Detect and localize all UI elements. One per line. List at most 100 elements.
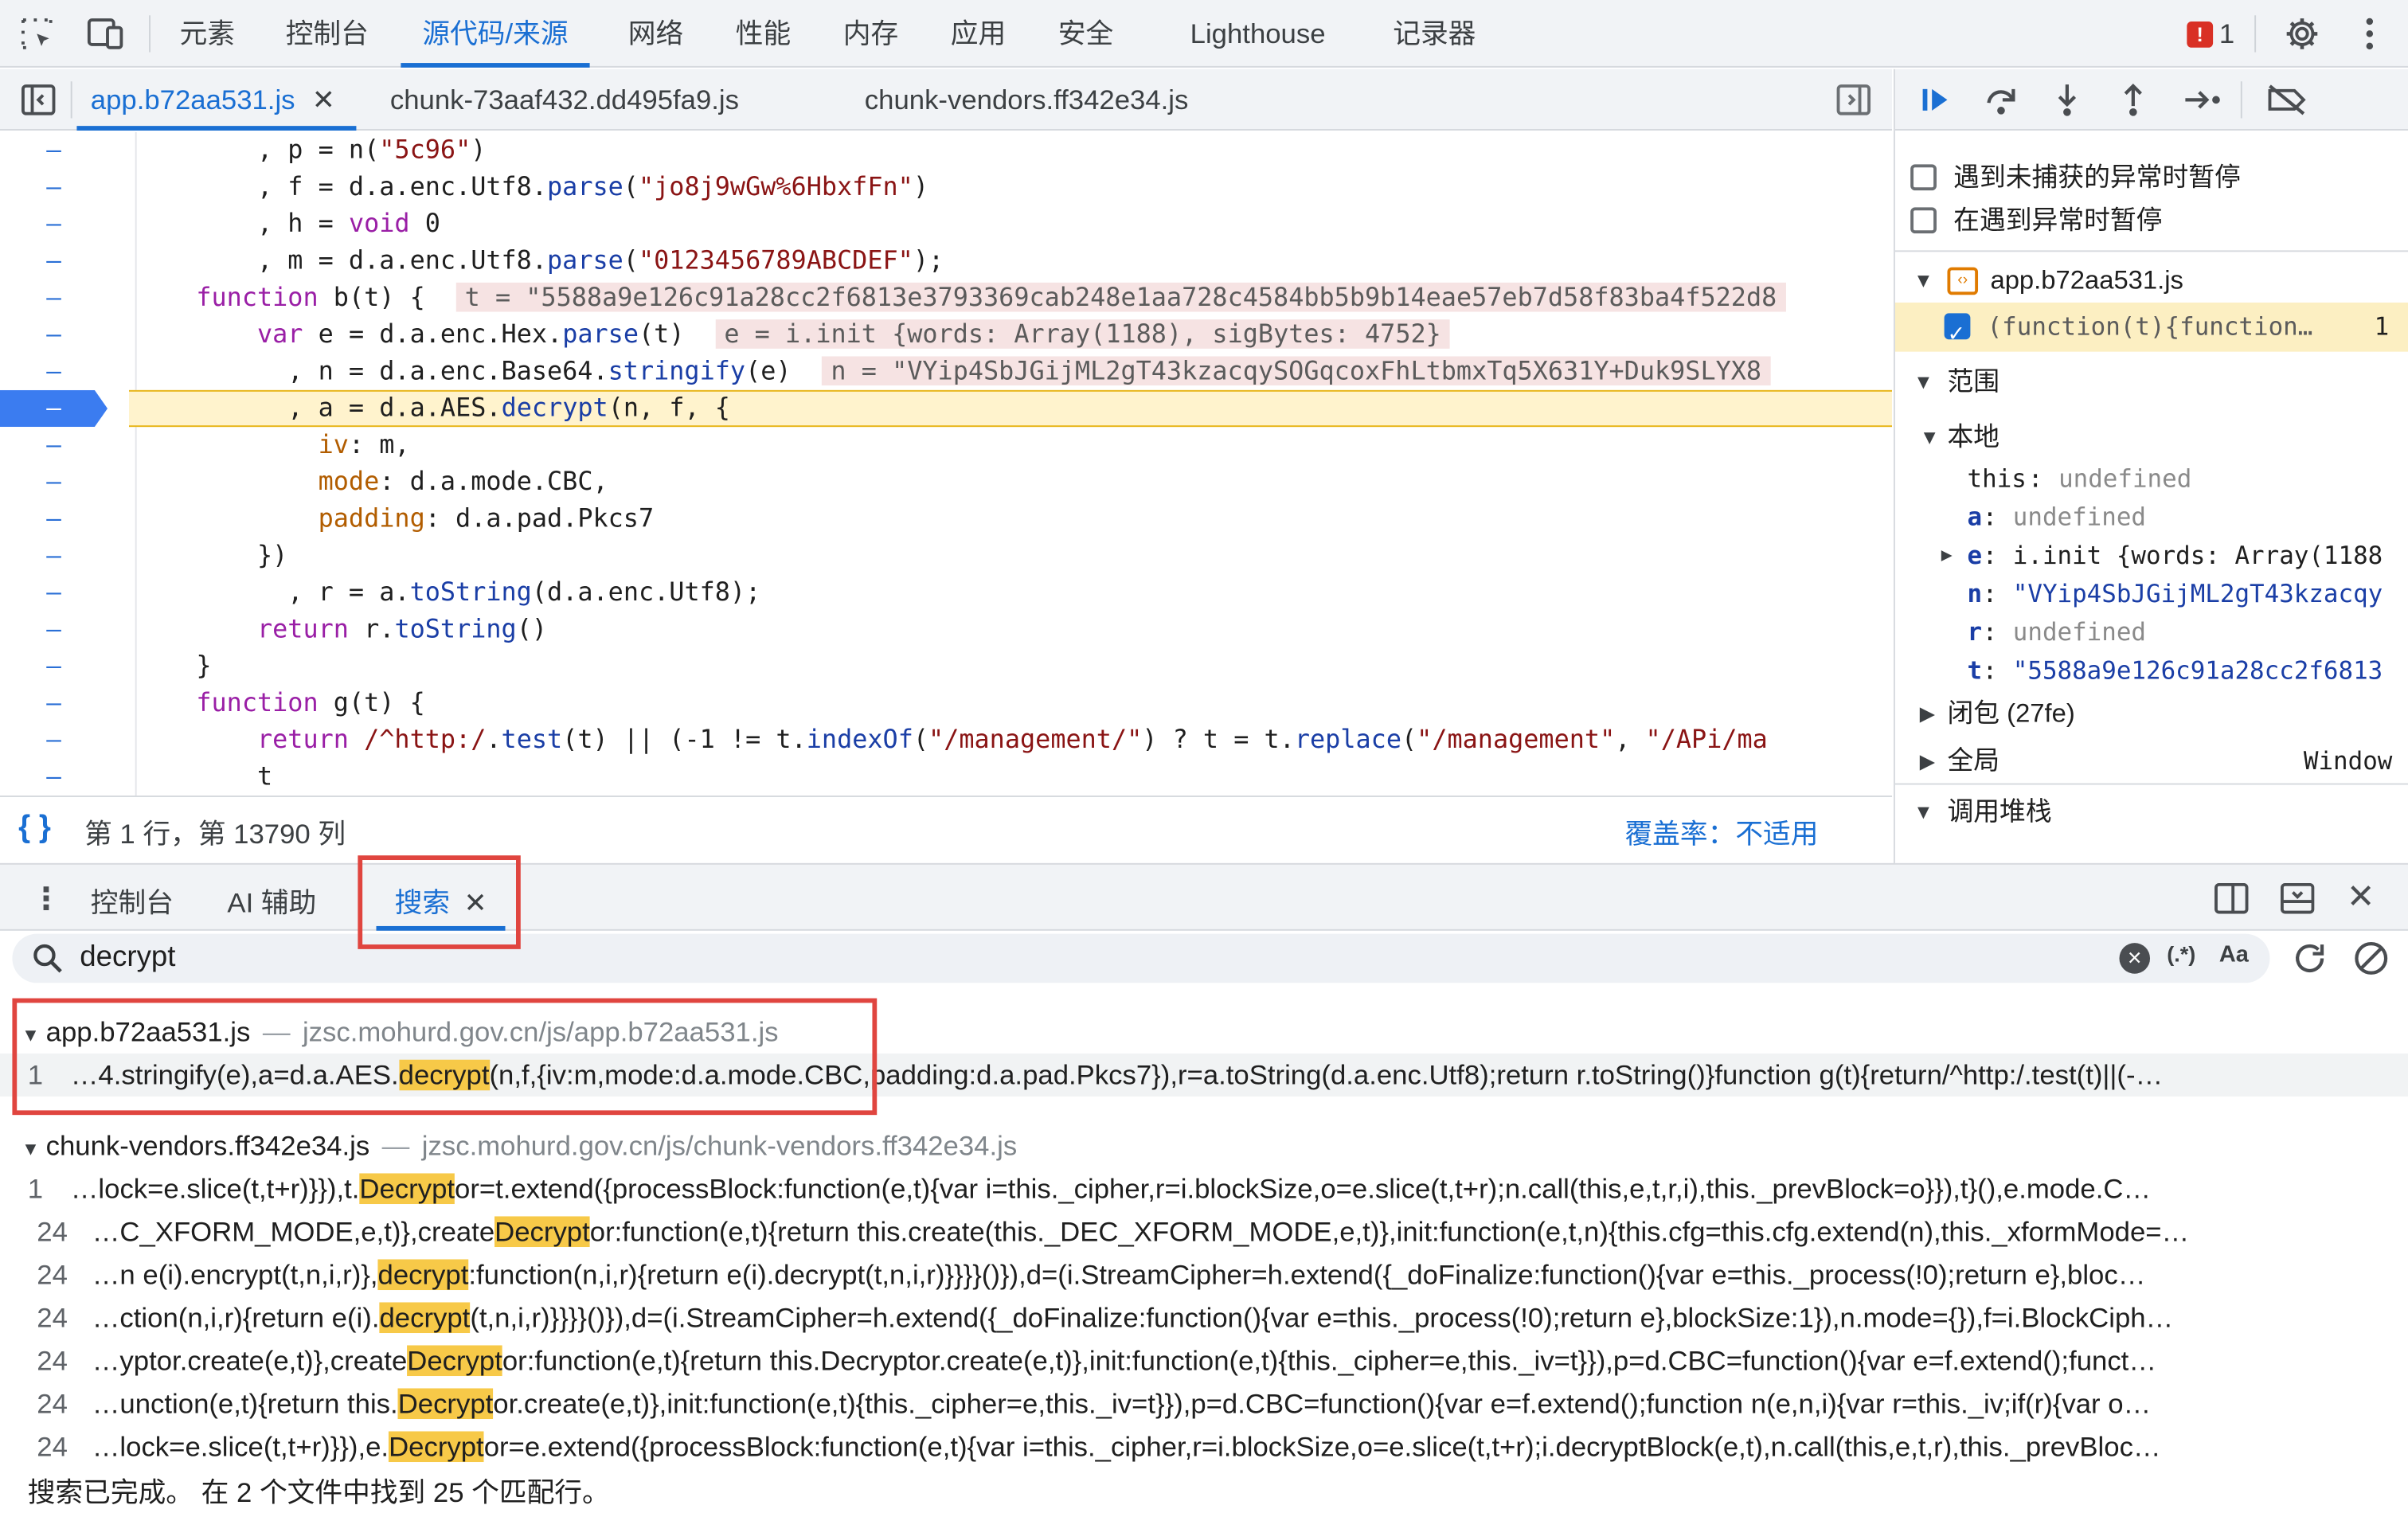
close-tab-icon[interactable]: ✕: [312, 84, 335, 115]
drawer-tab-console[interactable]: 控制台: [91, 882, 174, 921]
step-icon[interactable]: [2179, 78, 2226, 121]
line-gutter[interactable]: –: [0, 280, 108, 316]
scope-var-name[interactable]: a: [1968, 498, 1983, 536]
line-gutter[interactable]: –: [0, 463, 108, 500]
code-editor[interactable]: – , p = n("5c96") – , f = d.a.enc.Utf8.pa…: [0, 131, 1893, 796]
dock-side-icon[interactable]: [2211, 878, 2251, 918]
code-token: }: [135, 651, 212, 681]
clear-results-icon[interactable]: [2350, 936, 2393, 979]
scope-section-header[interactable]: ▼ 范围: [1895, 358, 2408, 407]
match-case-toggle[interactable]: Aa: [2219, 941, 2249, 968]
scope-var-name[interactable]: n: [1968, 574, 1983, 612]
global-scope-row[interactable]: ▶ 全局 Window: [1895, 737, 2408, 787]
line-gutter[interactable]: –: [0, 243, 108, 280]
more-options-icon[interactable]: [2350, 14, 2390, 53]
scope-var-value[interactable]: undefined: [2013, 613, 2146, 651]
line-gutter[interactable]: –: [0, 354, 108, 390]
search-result-row[interactable]: 24 …n e(i).encrypt(t,n,i,r)},decrypt:func…: [0, 1253, 2408, 1296]
step-into-icon[interactable]: [2046, 78, 2089, 121]
local-scope-header[interactable]: ▼ 本地: [1895, 413, 2408, 463]
pause-uncaught-checkbox[interactable]: [1910, 164, 1937, 191]
pretty-print-icon[interactable]: { }: [18, 811, 51, 846]
breakpoint-file-row[interactable]: ▼ ‹› app.b72aa531.js: [1895, 256, 2408, 306]
scope-var-name[interactable]: e: [1968, 536, 1983, 574]
tab-recorder[interactable]: 记录器: [1393, 0, 1476, 68]
search-result-row[interactable]: 24 …lock=e.slice(t,t+r)}}),e.Decryptor=e.…: [0, 1425, 2408, 1468]
tab-elements[interactable]: 元素: [180, 0, 235, 68]
scope-var-value[interactable]: "VYip4SbJGijML2gT43kzacqy: [2013, 574, 2383, 612]
tab-performance[interactable]: 性能: [736, 0, 791, 68]
device-toolbar-icon[interactable]: [83, 14, 129, 53]
line-gutter[interactable]: –: [0, 574, 108, 611]
result-line-number: 24: [37, 1216, 68, 1248]
breakpoint-item[interactable]: ✓ (function(t){function… 1: [1894, 302, 2408, 352]
code-token: , a =: [135, 393, 380, 423]
toggle-debugger-icon[interactable]: [1834, 80, 1874, 119]
tab-network[interactable]: 网络: [628, 0, 683, 68]
line-gutter[interactable]: –: [0, 205, 108, 242]
tab-security[interactable]: 安全: [1058, 0, 1113, 68]
inspect-element-icon[interactable]: [15, 14, 58, 53]
result-text: …C_XFORM_MODE,e,t)},createDecryptor:func…: [92, 1210, 2408, 1253]
resume-icon[interactable]: [1914, 78, 1956, 121]
tab-sources[interactable]: 源代码/来源: [401, 0, 590, 68]
scope-var-value[interactable]: "5588a9e126c91a28cc2f6813: [2013, 651, 2383, 690]
line-gutter[interactable]: –: [0, 169, 108, 205]
tab-memory[interactable]: 内存: [843, 0, 898, 68]
pause-uncaught-option[interactable]: 遇到未捕获的异常时暂停: [1895, 154, 2408, 203]
scope-var-value[interactable]: i.init {words: Array(1188: [2013, 536, 2383, 574]
search-result-row[interactable]: 1 …lock=e.slice(t,t+r)}}),t.Decryptor=t.e…: [0, 1167, 2408, 1210]
line-gutter[interactable]: –: [0, 721, 108, 758]
result-file-header[interactable]: ▼ chunk-vendors.ff342e34.js — jzsc.mohurd.g…: [22, 1124, 1017, 1167]
breakpoint-marker[interactable]: –: [0, 389, 108, 428]
line-gutter[interactable]: –: [0, 685, 108, 721]
line-gutter[interactable]: –: [0, 132, 108, 169]
code-token: stringify: [608, 356, 746, 386]
coverage-status[interactable]: 覆盖率：不适用: [1624, 812, 1818, 852]
issues-badge[interactable]: ! 1: [2187, 15, 2234, 52]
search-result-row[interactable]: 24 …yptor.create(e,t)},createDecryptor:fu…: [0, 1339, 2408, 1382]
scope-var-value[interactable]: undefined: [2013, 498, 2146, 536]
line-gutter[interactable]: –: [0, 316, 108, 353]
drawer-tab-ai[interactable]: AI 辅助: [227, 882, 316, 921]
drawer-menu-icon[interactable]: ⋮: [31, 880, 62, 918]
tab-console[interactable]: 控制台: [286, 0, 369, 68]
close-drawer-icon[interactable]: ✕: [2347, 877, 2375, 917]
chevron-right-icon[interactable]: ▶: [1941, 536, 1953, 574]
search-result-row[interactable]: 24 …C_XFORM_MODE,e,t)},createDecryptor:fu…: [0, 1210, 2408, 1253]
clear-search-icon[interactable]: ✕: [2119, 943, 2151, 974]
scope-var-name[interactable]: this: [1968, 459, 2027, 498]
step-over-icon[interactable]: [1980, 78, 2023, 121]
scope-var-value[interactable]: undefined: [2058, 459, 2191, 498]
deactivate-breakpoints-icon[interactable]: [2264, 78, 2310, 121]
result-line-number: 24: [37, 1431, 68, 1463]
line-gutter[interactable]: –: [0, 612, 108, 648]
line-gutter[interactable]: –: [0, 759, 108, 796]
chevron-right-icon: ▶: [1919, 749, 1936, 773]
regex-toggle[interactable]: (.*): [2167, 941, 2195, 966]
scope-var-name[interactable]: t: [1968, 651, 1983, 690]
line-gutter[interactable]: –: [0, 427, 108, 463]
line-gutter[interactable]: –: [0, 538, 108, 574]
debugger-toolbar: [1894, 68, 2408, 131]
file-tab-chunk[interactable]: chunk-73aaf432.dd495fa9.js: [390, 69, 739, 131]
refresh-search-icon[interactable]: [2289, 936, 2332, 979]
file-tab-app-js[interactable]: app.b72aa531.js ✕: [91, 69, 335, 131]
code-token: ): [471, 135, 487, 165]
tab-application[interactable]: 应用: [951, 0, 1006, 68]
closure-scope-row[interactable]: ▶ 闭包 (27fe): [1895, 690, 2408, 739]
search-result-row[interactable]: 24 …ction(n,i,r){return e(i).decrypt(t,n,…: [0, 1296, 2408, 1339]
line-gutter[interactable]: –: [0, 501, 108, 538]
pause-caught-option[interactable]: 在遇到异常时暂停: [1895, 197, 2408, 246]
line-gutter[interactable]: –: [0, 648, 108, 685]
pause-caught-checkbox[interactable]: [1910, 207, 1937, 234]
tab-lighthouse[interactable]: Lighthouse: [1190, 0, 1326, 68]
step-out-icon[interactable]: [2112, 78, 2155, 121]
file-tab-chunk-vendors[interactable]: chunk-vendors.ff342e34.js: [865, 69, 1189, 131]
settings-gear-icon[interactable]: [2282, 14, 2322, 53]
toggle-navigator-icon[interactable]: [18, 80, 58, 119]
dock-bottom-icon[interactable]: [2277, 878, 2317, 918]
scope-var-name[interactable]: r: [1968, 613, 1983, 651]
call-stack-header[interactable]: ▼ 调用堆栈: [1895, 788, 2408, 837]
search-result-row[interactable]: 24 …unction(e,t){return this.Decryptor.cr…: [0, 1382, 2408, 1425]
